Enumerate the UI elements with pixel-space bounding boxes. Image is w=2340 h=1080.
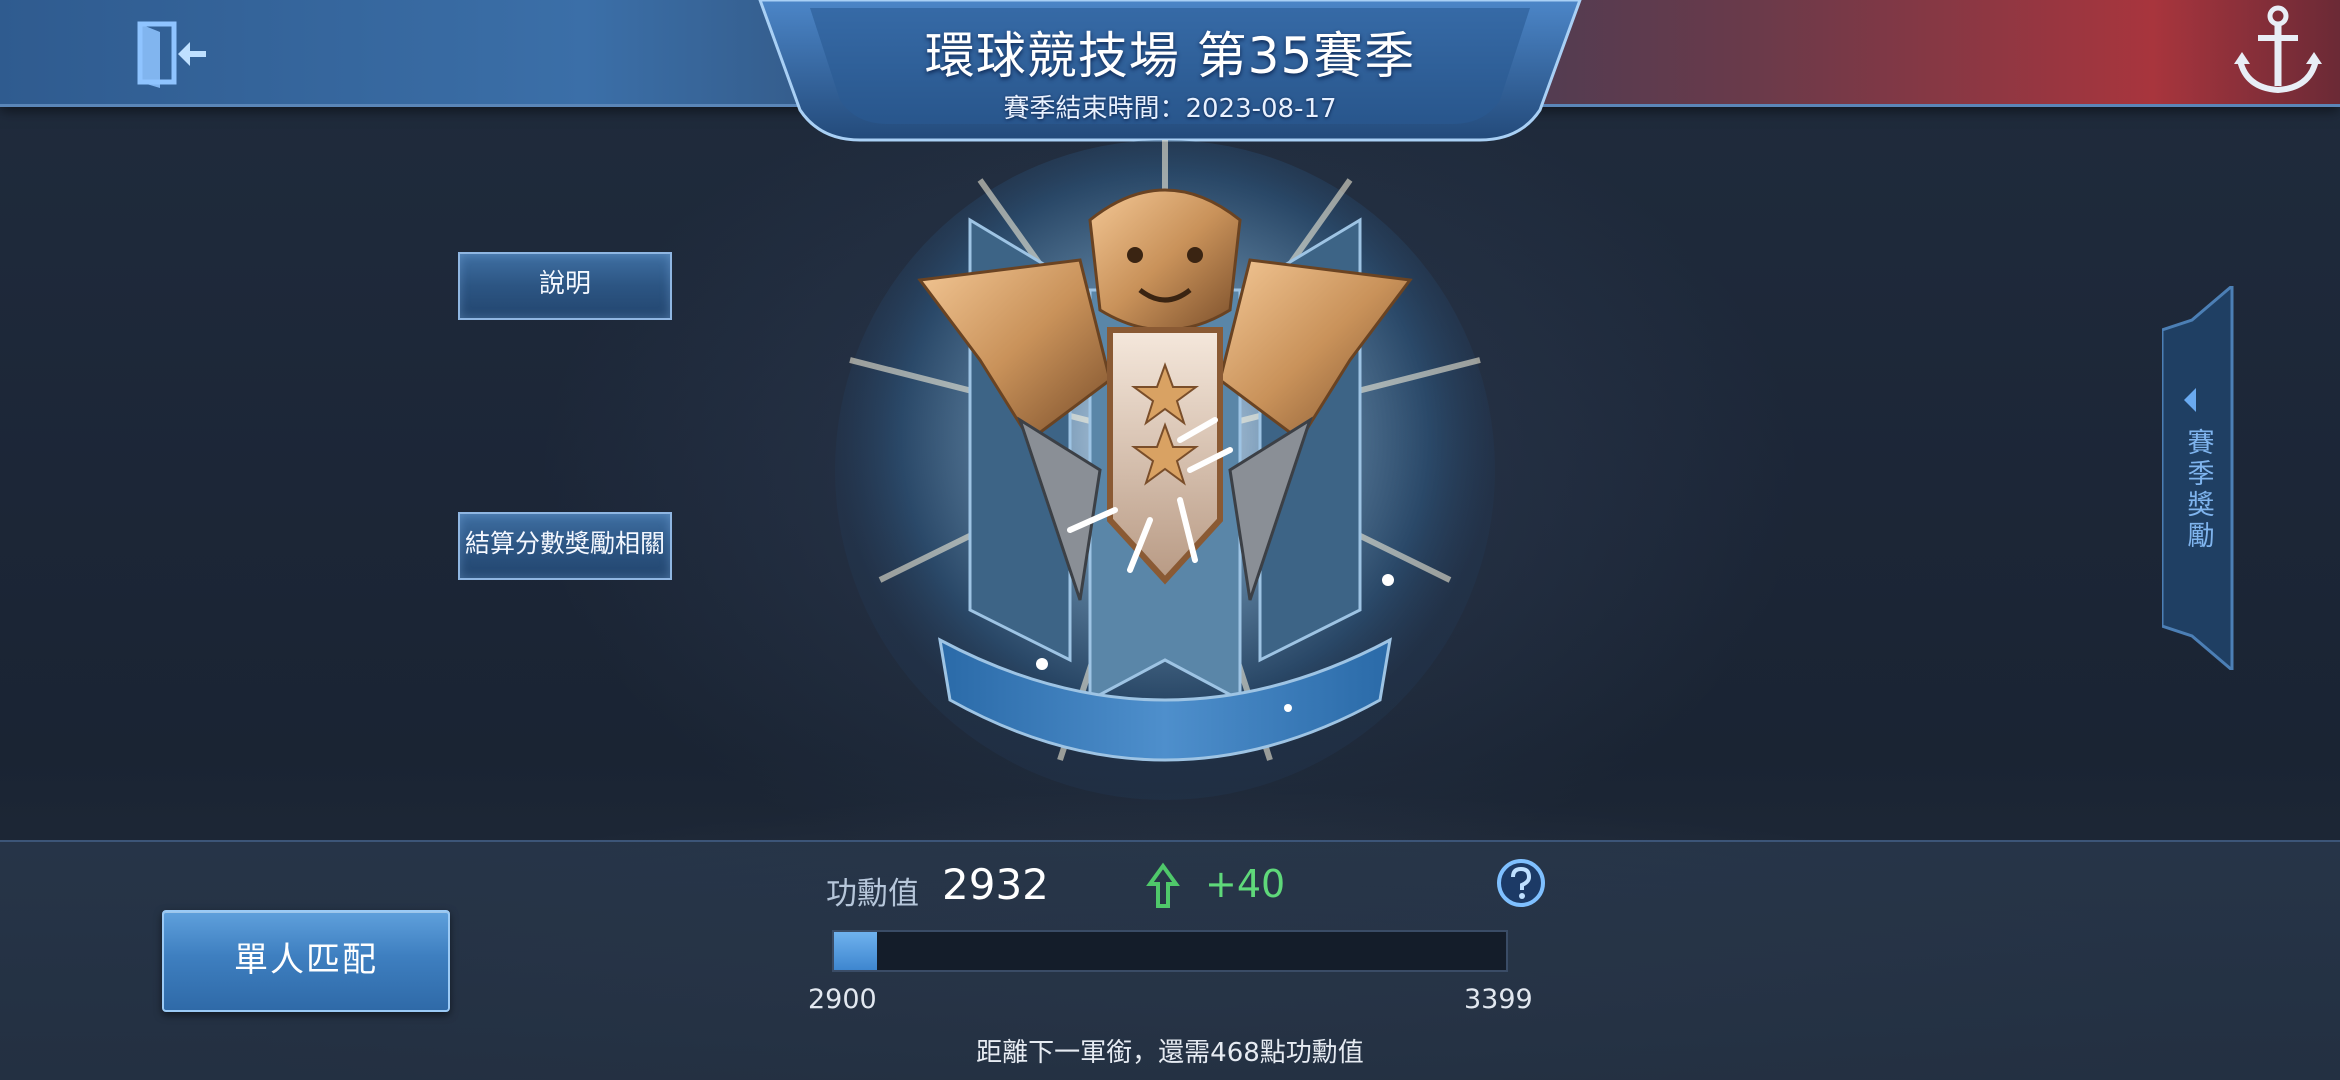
sparkle-dot (1284, 704, 1292, 712)
merit-label: 功勳值 (826, 876, 919, 912)
season-end-date: 賽季結束時間：2023-08-17 (1003, 94, 1337, 124)
question-icon[interactable] (1496, 858, 1546, 908)
settlement-rewards-button[interactable]: 結算分數獎勵相關 (458, 512, 672, 580)
rank-emblem (835, 140, 1495, 800)
season-rewards-label: 賽季獎勵 (2187, 428, 2215, 552)
explain-button[interactable]: 說明 (458, 252, 672, 320)
season-rank-screen: 環球競技場 第35賽季 賽季結束時間：2023-08-17 說明 結算分數獎勵相… (0, 0, 2340, 1080)
sparkle-dot (1036, 658, 1048, 670)
up-arrow-icon (1146, 862, 1180, 908)
merit-range-max: 3399 (1464, 984, 1533, 1015)
merit-progress-bar (832, 930, 1508, 972)
sparkle-dot (1382, 574, 1394, 586)
merit-value: 2932 (942, 860, 1049, 909)
merit-progress-fill (834, 932, 877, 970)
next-rank-hint: 距離下一軍銜，還需468點功勳值 (976, 1038, 1364, 1068)
page-title: 環球競技場 第35賽季 (924, 27, 1416, 85)
anchor-icon[interactable] (2228, 2, 2328, 102)
exit-door-icon[interactable] (130, 18, 210, 88)
merit-range-min: 2900 (808, 984, 877, 1015)
solo-match-button[interactable]: 單人匹配 (162, 910, 450, 1012)
title-plate: 環球競技場 第35賽季 賽季結束時間：2023-08-17 (740, 0, 1600, 150)
merit-gain: +40 (1205, 862, 1286, 906)
